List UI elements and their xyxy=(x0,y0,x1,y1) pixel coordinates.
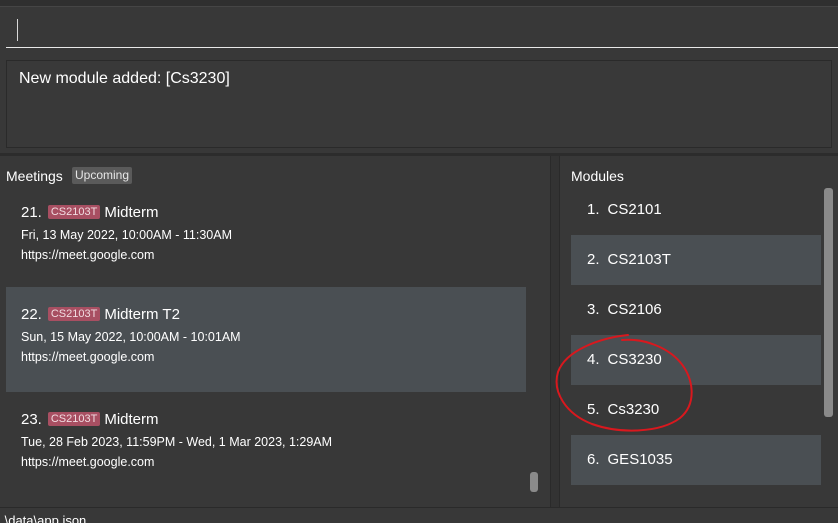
meeting-title: Midterm T2 xyxy=(104,306,180,323)
module-code: CS2103T xyxy=(607,251,671,268)
module-tag: CS2103T xyxy=(47,412,101,426)
status-bar: .\data\app.json xyxy=(0,508,838,523)
meetings-panel: Meetings Upcoming 21. CS2103T Midterm Fri,… xyxy=(0,156,550,507)
meeting-link[interactable]: https://meet.google.com xyxy=(21,350,154,364)
module-text: 6. GES1035 xyxy=(587,451,673,468)
module-text: 2. CS2103T xyxy=(587,251,671,268)
meeting-title-line: 21. CS2103T Midterm xyxy=(21,204,159,221)
module-item-4[interactable]: 4. CS3230 xyxy=(571,335,821,385)
result-display: New module added: [Cs3230] xyxy=(6,60,832,148)
module-item-5[interactable]: 5. Cs3230 xyxy=(571,385,821,435)
module-text: 5. Cs3230 xyxy=(587,401,659,418)
modules-panel: Modules 1. CS2101 2. CS2103T 3. CS2106 4. CS… xyxy=(560,156,838,507)
module-item-1[interactable]: 1. CS2101 xyxy=(571,185,821,235)
meeting-title: Midterm xyxy=(104,411,159,428)
module-index: 3. xyxy=(587,301,600,318)
module-item-2[interactable]: 2. CS2103T xyxy=(571,235,821,285)
meeting-title: Midterm xyxy=(104,204,159,221)
meeting-card-22[interactable]: 22. CS2103T Midterm T2 Sun, 15 May 2022, 1… xyxy=(6,287,526,392)
module-list[interactable]: 1. CS2101 2. CS2103T 3. CS2106 4. CS3230 5. C… xyxy=(571,185,821,507)
module-code: CS2101 xyxy=(607,201,662,218)
meetings-scrollbar[interactable] xyxy=(527,185,541,497)
meeting-title-line: 23. CS2103T Midterm xyxy=(21,411,159,428)
module-index: 4. xyxy=(587,351,600,368)
meeting-card-21[interactable]: 21. CS2103T Midterm Fri, 13 May 2022, 10:0… xyxy=(6,185,526,290)
save-path: .\data\app.json xyxy=(1,513,87,523)
split-pane-divider[interactable] xyxy=(550,156,560,507)
module-item-6[interactable]: 6. GES1035 xyxy=(571,435,821,485)
module-item-3[interactable]: 3. CS2106 xyxy=(571,285,821,335)
module-code: GES1035 xyxy=(607,451,673,468)
modules-scrollbar[interactable] xyxy=(823,188,835,417)
upcoming-badge: Upcoming xyxy=(72,167,133,184)
meeting-index: 22. xyxy=(21,306,42,323)
meeting-list[interactable]: 21. CS2103T Midterm Fri, 13 May 2022, 10:0… xyxy=(6,185,526,497)
module-code: CS3230 xyxy=(607,351,662,368)
meeting-title-line: 22. CS2103T Midterm T2 xyxy=(21,306,180,323)
modules-title: Modules xyxy=(571,168,624,184)
meeting-time: Fri, 13 May 2022, 10:00AM - 11:30AM xyxy=(21,228,232,242)
module-index: 1. xyxy=(587,201,600,218)
module-code: CS2106 xyxy=(607,301,662,318)
module-text: 4. CS3230 xyxy=(587,351,662,368)
meeting-index: 21. xyxy=(21,204,42,221)
module-index: 2. xyxy=(587,251,600,268)
meeting-time: Sun, 15 May 2022, 10:00AM - 10:01AM xyxy=(21,330,241,344)
module-code: Cs3230 xyxy=(607,401,660,418)
meeting-link[interactable]: https://meet.google.com xyxy=(21,455,154,469)
meeting-card-23[interactable]: 23. CS2103T Midterm Tue, 28 Feb 2023, 11:5… xyxy=(6,392,526,497)
meetings-scroll-thumb[interactable] xyxy=(530,472,538,492)
top-strip xyxy=(0,0,838,7)
meeting-index: 23. xyxy=(21,411,42,428)
module-index: 5. xyxy=(587,401,600,418)
meetings-title: Meetings xyxy=(6,168,63,184)
module-tag: CS2103T xyxy=(47,205,101,219)
meeting-link[interactable]: https://meet.google.com xyxy=(21,248,154,262)
modules-scroll-thumb[interactable] xyxy=(824,188,833,417)
text-caret xyxy=(17,19,18,41)
module-text: 1. CS2101 xyxy=(587,201,662,218)
command-input[interactable] xyxy=(6,12,838,48)
result-message: New module added: [Cs3230] xyxy=(19,70,230,87)
module-text: 3. CS2106 xyxy=(587,301,662,318)
meeting-time: Tue, 28 Feb 2023, 11:59PM - Wed, 1 Mar 2… xyxy=(21,435,333,449)
module-tag: CS2103T xyxy=(47,307,101,321)
module-index: 6. xyxy=(587,451,600,468)
